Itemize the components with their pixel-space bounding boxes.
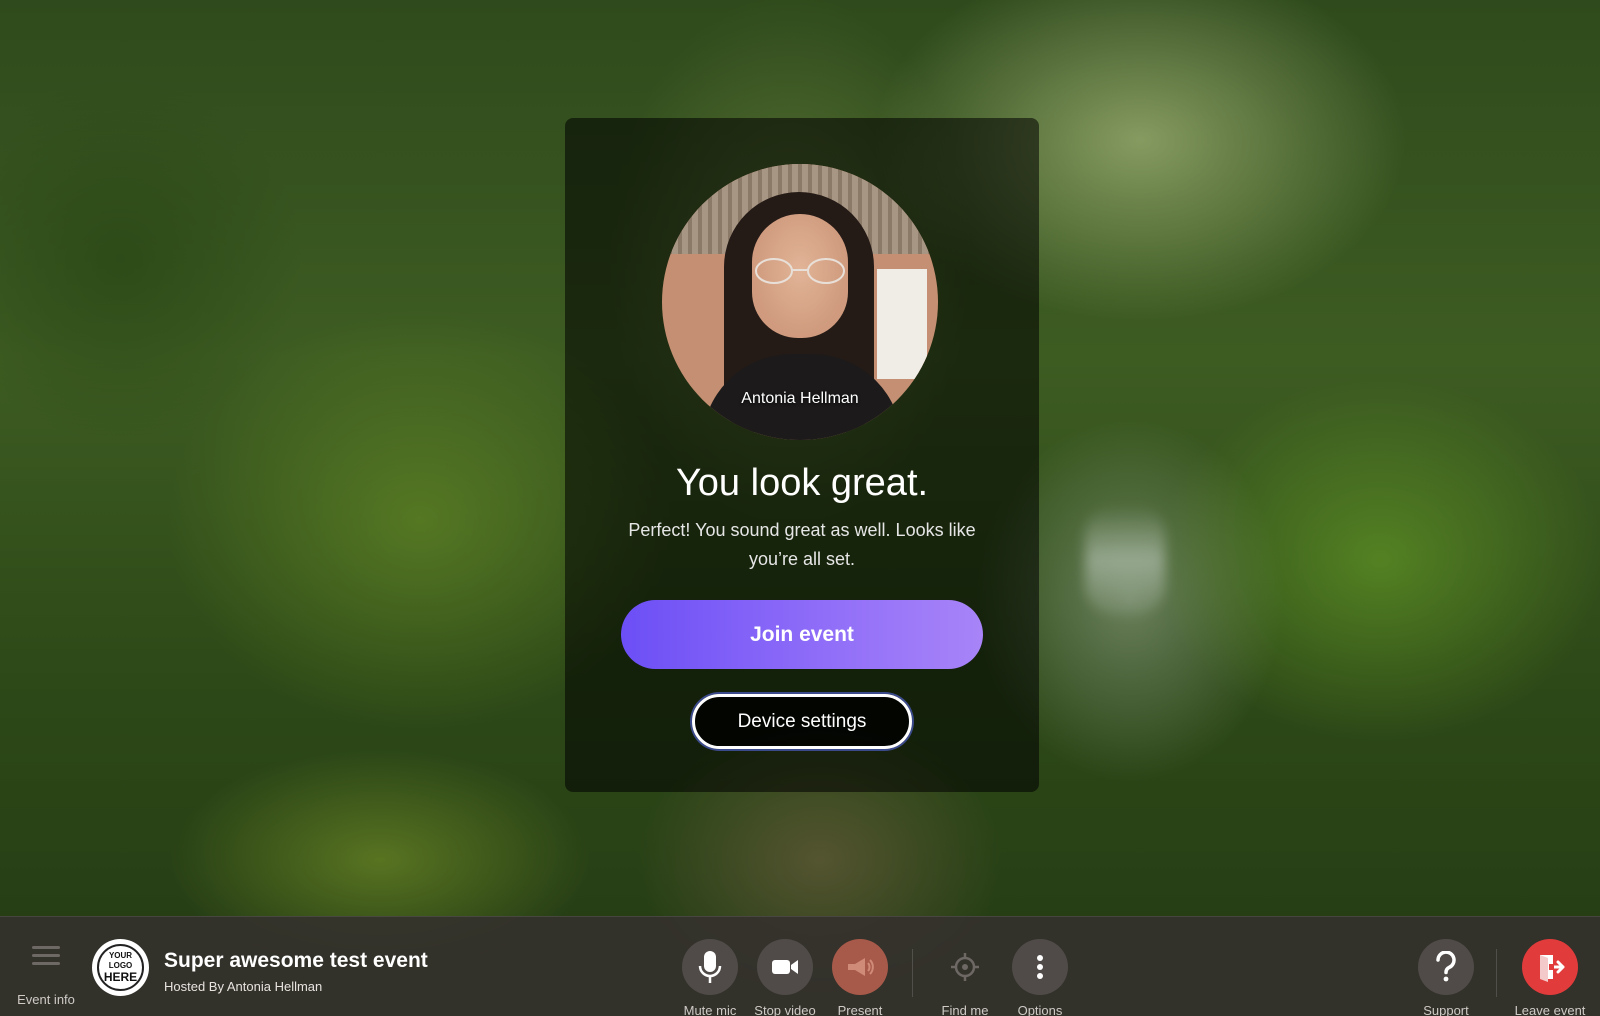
join-event-button[interactable]: Join event: [621, 600, 983, 669]
mute-mic-label: Mute mic: [683, 1003, 737, 1016]
preview-card: Antonia Hellman You look great. Perfect!…: [565, 118, 1039, 792]
leave-event-label: Leave event: [1514, 1003, 1586, 1016]
camera-preview: Antonia Hellman: [662, 164, 938, 440]
logo-ring: YOUR LOGO HERE: [97, 944, 144, 991]
avatar-window: [877, 269, 927, 379]
support-circle: [1418, 939, 1474, 995]
stop-video-label: Stop video: [754, 1003, 816, 1016]
video-camera-icon: [772, 960, 798, 974]
event-logo: YOUR LOGO HERE: [92, 939, 149, 996]
crosshair-icon: [951, 953, 979, 981]
device-settings-button[interactable]: Device settings: [692, 694, 912, 749]
status-message: Perfect! You sound great as well. Looks …: [628, 520, 976, 569]
leave-circle: [1522, 939, 1578, 995]
options-button[interactable]: Options: [1000, 939, 1080, 1016]
toolbar-divider: [912, 949, 913, 997]
event-host: Hosted By Antonia Hellman: [164, 979, 323, 994]
headline: You look great.: [675, 462, 929, 504]
event-info-label: Event info: [17, 992, 75, 1007]
support-label: Support: [1423, 1003, 1469, 1016]
present-label: Present: [837, 1003, 883, 1016]
support-button[interactable]: Support: [1406, 939, 1486, 1016]
stop-video-button[interactable]: Stop video: [745, 939, 825, 1016]
find-me-label: Find me: [941, 1003, 989, 1016]
logo-line: YOUR: [108, 951, 133, 960]
participant-name: Antonia Hellman: [741, 390, 859, 407]
toolbar-divider: [1496, 949, 1497, 997]
leave-event-button[interactable]: Leave event: [1510, 939, 1590, 1016]
mute-mic-button[interactable]: Mute mic: [670, 939, 750, 1016]
present-circle: [832, 939, 888, 995]
bottom-toolbar: Event info YOUR LOGO HERE Super awesome …: [0, 916, 1600, 1016]
hamburger-menu-icon: [32, 946, 60, 965]
avatar-glasses: [755, 258, 845, 284]
megaphone-icon: [848, 958, 874, 976]
mute-mic-circle: [682, 939, 738, 995]
vertical-dots-icon: [1037, 955, 1043, 979]
waterfall-decoration: [1085, 505, 1165, 615]
event-title: Super awesome test event: [164, 949, 428, 972]
exit-door-icon: [1540, 955, 1565, 982]
microphone-icon: [698, 951, 722, 983]
question-mark-icon: [1436, 951, 1456, 982]
find-me-circle: [937, 939, 993, 995]
present-button[interactable]: Present: [820, 939, 900, 1016]
find-me-button[interactable]: Find me: [925, 939, 1005, 1016]
options-label: Options: [1017, 1003, 1063, 1016]
options-circle: [1012, 939, 1068, 995]
stop-video-circle: [757, 939, 813, 995]
logo-line: HERE: [103, 970, 138, 984]
event-info-button[interactable]: Event info: [8, 945, 84, 1007]
